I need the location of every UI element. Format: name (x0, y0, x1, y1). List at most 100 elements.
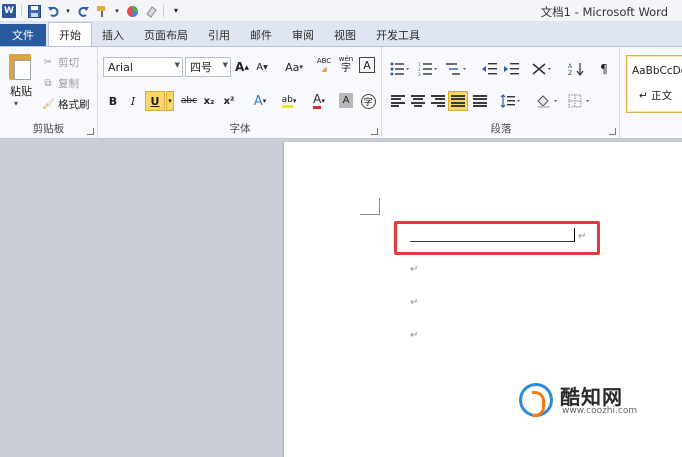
underline-button[interactable]: U (145, 91, 165, 111)
highlight-glyph: ab (281, 95, 293, 108)
show-marks-button[interactable]: ¶ (595, 59, 613, 79)
shrink-font-button[interactable]: A ▼ (255, 57, 269, 77)
style-normal[interactable]: AaBbCcDc ↵ 正文 (626, 55, 682, 113)
multilevel-list-button[interactable] (445, 59, 469, 79)
line-spacing-button[interactable] (499, 91, 523, 111)
font-group: Arial ▼ 四号 ▼ A ▲ A ▼ Aa ▾ ABC ◢ wén 字 A B I U… (99, 47, 382, 139)
text-effect-glyph: A (253, 93, 263, 109)
strikethrough-button[interactable]: abc (179, 91, 199, 111)
phonetic-char: 字 (341, 63, 351, 74)
format-painter-qat-icon[interactable] (95, 4, 109, 18)
distributed-button[interactable] (473, 95, 487, 107)
character-border-button[interactable]: A (359, 57, 375, 73)
highlight-button[interactable]: ab ▾ (277, 91, 301, 111)
undo-icon[interactable] (46, 4, 60, 18)
tab-insert[interactable]: 插入 (92, 24, 134, 46)
bold-button[interactable]: B (105, 91, 121, 111)
tab-review[interactable]: 审阅 (282, 24, 324, 46)
char-border-glyph: A (363, 58, 371, 72)
chinese-layout-button[interactable] (531, 59, 555, 79)
clipboard-launcher-icon[interactable] (87, 128, 94, 135)
tab-home[interactable]: 开始 (48, 22, 92, 46)
font-size-value: 四号 (190, 61, 212, 74)
scissors-icon: ✂ (43, 56, 53, 68)
align-center-button[interactable] (411, 95, 425, 107)
tab-page-layout[interactable]: 页面布局 (134, 24, 198, 46)
title-bar: W ▾ ▾ ▾ 文档1 - Microsoft Word (0, 0, 682, 22)
watermark-url: www.coozhi.com (562, 406, 638, 416)
undo-dropdown-icon[interactable]: ▾ (65, 4, 71, 18)
margin-corner-mark (360, 198, 380, 215)
group-label: 段落 (490, 123, 512, 135)
paragraph-group: 123 AZ ¶ 段落 (383, 47, 620, 139)
numbering-button[interactable]: 123 (417, 59, 439, 79)
paragraph-launcher-icon[interactable] (609, 128, 616, 135)
borders-button[interactable] (567, 91, 593, 111)
format-painter-button[interactable]: 🖌 格式刷 (42, 96, 90, 112)
character-shading-button[interactable]: A (339, 93, 353, 108)
font-name-select[interactable]: Arial ▼ (103, 57, 183, 77)
subscript-button[interactable]: x₂ (201, 91, 217, 111)
align-right-button[interactable] (431, 95, 445, 107)
align-left-button[interactable] (391, 95, 405, 107)
tab-developer[interactable]: 开发工具 (366, 24, 430, 46)
copy-icon: ⧉ (44, 77, 52, 89)
save-icon[interactable] (27, 4, 41, 18)
enclose-char-glyph: 字 (360, 93, 376, 109)
grow-font-button[interactable]: A ▲ (235, 57, 249, 77)
style-name: ↵ 正文 (639, 90, 673, 102)
pilcrow-icon: ¶ (600, 62, 608, 76)
format-painter-label: 格式刷 (58, 98, 90, 111)
font-color-button[interactable]: A ▾ (307, 91, 331, 111)
justify-icon (451, 95, 465, 107)
subscript-glyph: x₂ (203, 95, 215, 107)
redo-icon[interactable] (76, 4, 90, 18)
customize-qat-icon[interactable]: ▾ (169, 4, 183, 18)
eraser-icon[interactable] (144, 4, 158, 18)
paste-icon (9, 54, 31, 80)
shrink-font-glyph: A (256, 61, 264, 73)
tab-references[interactable]: 引用 (198, 24, 240, 46)
increase-indent-button[interactable] (503, 59, 521, 79)
qat-dropdown-icon[interactable]: ▾ (114, 4, 120, 18)
change-case-glyph: Aa (285, 60, 300, 74)
ribbon-tabs: 文件 开始 插入 页面布局 引用 邮件 审阅 视图 开发工具 (0, 22, 682, 46)
cut-label: 剪切 (58, 56, 79, 69)
decrease-indent-button[interactable] (481, 59, 499, 79)
underline-dropdown-icon[interactable]: ▾ (166, 91, 174, 111)
font-name-value: Arial (108, 60, 133, 74)
tab-mailings[interactable]: 邮件 (240, 24, 282, 46)
paste-dropdown-icon[interactable]: ▾ (14, 99, 18, 108)
eraser-icon: ◢ (321, 65, 327, 73)
tab-file[interactable]: 文件 (0, 24, 46, 46)
italic-glyph: I (130, 94, 136, 108)
font-launcher-icon[interactable] (371, 128, 378, 135)
chevron-down-icon: ▼ (174, 61, 180, 69)
italic-button[interactable]: I (125, 91, 141, 111)
annotation-highlight-box (394, 221, 600, 255)
clipboard-group: 粘贴 ▾ ✂ 剪切 ⧉ 复制 🖌 格式刷 剪贴板 (0, 47, 98, 139)
cut-button[interactable]: ✂ 剪切 (42, 54, 79, 70)
sort-button[interactable]: AZ (567, 59, 585, 79)
color-icon[interactable] (125, 4, 139, 18)
svg-text:A: A (568, 63, 573, 70)
paragraph-mark: ↵ (410, 297, 419, 308)
clear-formatting-button[interactable]: ABC ◢ (315, 55, 333, 75)
qat-separator (21, 5, 22, 17)
svg-text:Z: Z (568, 70, 572, 76)
grow-font-glyph: A (235, 60, 245, 74)
copy-button[interactable]: ⧉ 复制 (42, 75, 79, 91)
copy-label: 复制 (58, 77, 79, 90)
ribbon: 粘贴 ▾ ✂ 剪切 ⧉ 复制 🖌 格式刷 剪贴板 Arial ▼ 四号 ▼ A ▲… (0, 46, 682, 139)
window-title: 文档1 - Microsoft Word (540, 5, 668, 19)
superscript-button[interactable]: x² (221, 91, 237, 111)
change-case-button[interactable]: Aa ▾ (281, 57, 307, 77)
shading-button[interactable] (535, 91, 561, 111)
text-effect-button[interactable]: A ▾ (249, 91, 271, 111)
quick-access-toolbar: W ▾ ▾ ▾ (2, 2, 183, 20)
font-size-select[interactable]: 四号 ▼ (185, 57, 231, 77)
tab-view[interactable]: 视图 (324, 24, 366, 46)
phonetic-guide-button[interactable]: wén 字 (337, 54, 355, 74)
enclose-characters-button[interactable]: 字 (359, 91, 377, 111)
bullets-button[interactable] (389, 59, 411, 79)
